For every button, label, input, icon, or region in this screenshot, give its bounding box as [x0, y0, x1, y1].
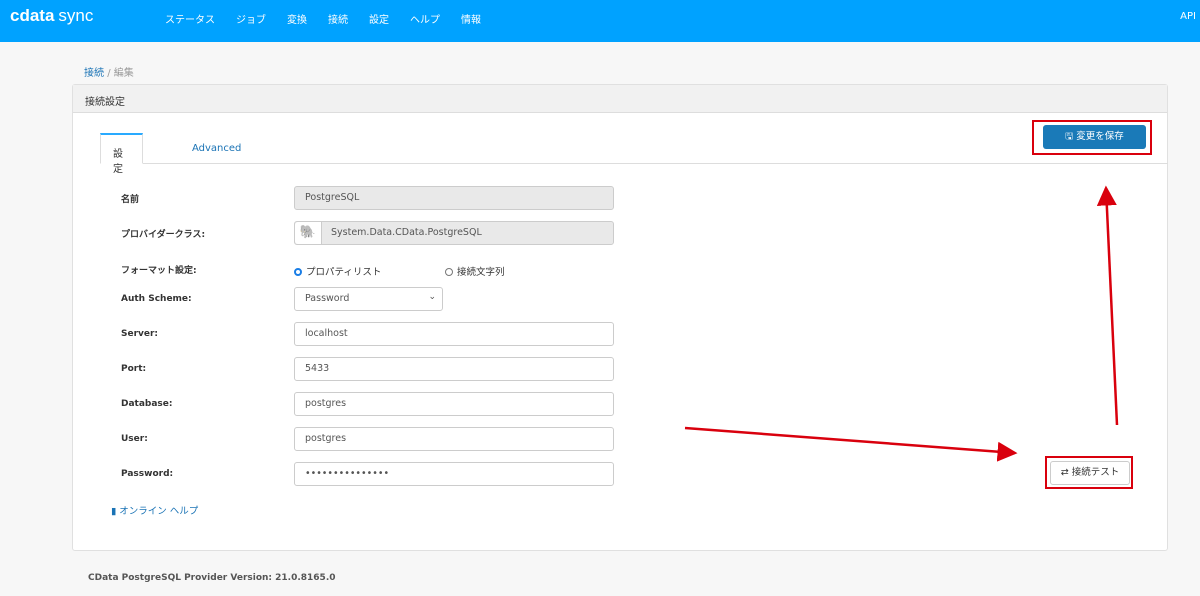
provider-version: CData PostgreSQL Provider Version: 21.0.…: [88, 573, 336, 583]
arrow-to-test: [684, 426, 1018, 462]
arrow-to-save: [1096, 185, 1119, 426]
annotation-arrows: [684, 185, 1119, 462]
